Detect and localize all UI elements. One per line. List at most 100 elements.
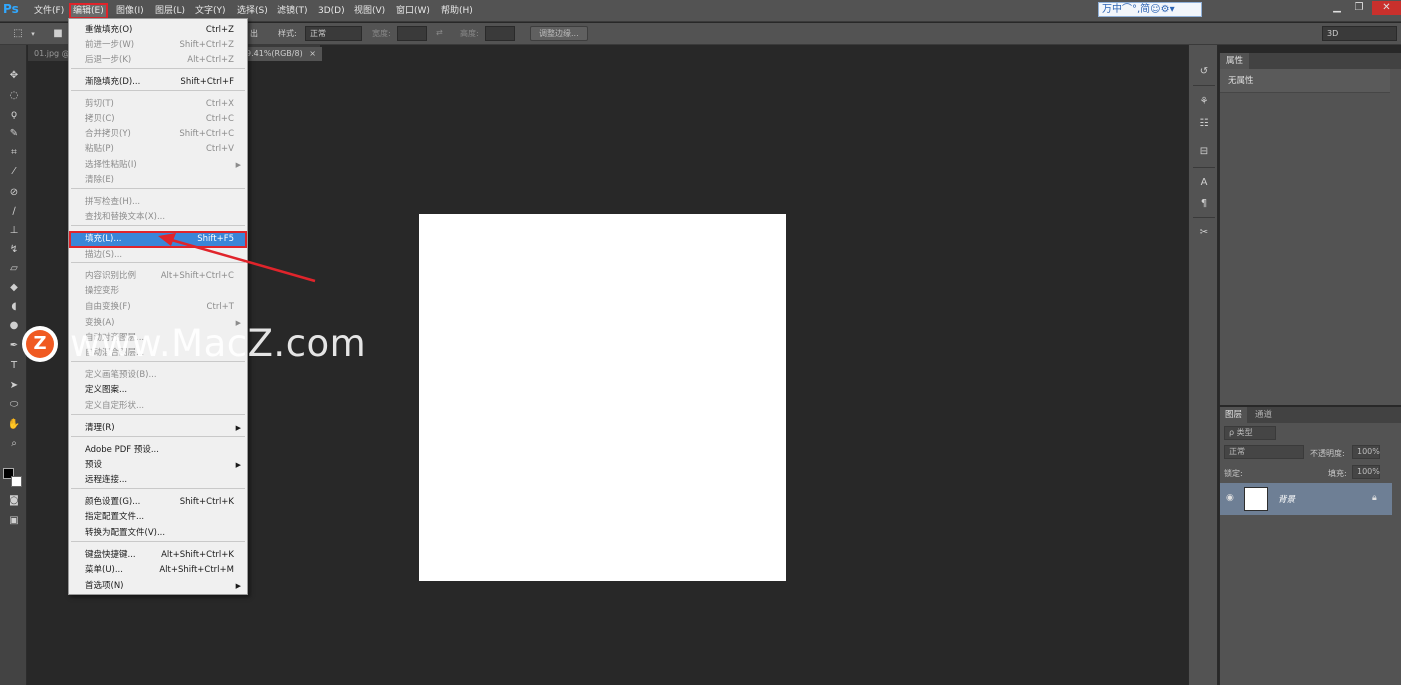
pen-icon[interactable]: ✒: [6, 339, 22, 353]
menu-item[interactable]: 首选项(N) ▶: [70, 579, 246, 594]
width-label: 宽度:: [372, 29, 391, 38]
paint-bucket-icon[interactable]: ◆: [6, 281, 22, 295]
menu-item[interactable]: 转换为配置文件(V)...: [70, 526, 246, 541]
menu-item[interactable]: 粘贴(P) Ctrl+V: [70, 142, 246, 157]
menu-item[interactable]: 自由变换(F) Ctrl+T: [70, 300, 246, 315]
menu-item[interactable]: 选择性粘贴(I) ▶: [70, 158, 246, 173]
doc-tab-active[interactable]: 9.41%(RGB/8) ×: [240, 47, 322, 61]
menu-item[interactable]: 菜单(U)... Alt+Shift+Ctrl+M: [70, 563, 246, 578]
menu-select[interactable]: 选择(S): [234, 4, 271, 18]
canvas-document[interactable]: [419, 214, 786, 581]
menu-item[interactable]: 描边(S)...: [70, 248, 246, 263]
menu-item[interactable]: 远程连接...: [70, 473, 246, 488]
menu-item[interactable]: 定义图案...: [70, 383, 246, 398]
close-icon[interactable]: ✕: [1372, 1, 1401, 15]
paragraph-icon[interactable]: ¶: [1196, 197, 1212, 211]
new-selection-icon[interactable]: ■: [50, 27, 66, 41]
tab-layers[interactable]: 图层: [1220, 407, 1248, 423]
dodge-icon[interactable]: ●: [6, 319, 22, 333]
menu-layer[interactable]: 图层(L): [152, 4, 188, 18]
layer-filter-select[interactable]: ρ 类型: [1224, 426, 1276, 440]
restore-icon[interactable]: ❐: [1348, 1, 1370, 15]
menu-filter[interactable]: 滤镜(T): [274, 4, 311, 18]
tools-icon[interactable]: ✂: [1196, 226, 1212, 240]
menu-item[interactable]: 后退一步(K) Alt+Ctrl+Z: [70, 53, 246, 68]
path-select-icon[interactable]: ➤: [6, 379, 22, 393]
menu-item[interactable]: 查找和替换文本(X)...: [70, 210, 246, 225]
quick-mask-icon[interactable]: ◙: [6, 494, 22, 508]
lasso-icon[interactable]: ϙ: [6, 108, 22, 122]
menu-item[interactable]: 预设 ▶: [70, 458, 246, 473]
ellipse-shape-icon[interactable]: ⬭: [6, 398, 22, 412]
menu-item[interactable]: 指定配置文件...: [70, 510, 246, 525]
chevron-down-icon[interactable]: ▾: [28, 27, 38, 41]
menu-edit[interactable]: 编辑(E): [69, 3, 108, 19]
stamp-icon[interactable]: ⊥: [6, 224, 22, 238]
menu-image[interactable]: 图像(I): [113, 4, 147, 18]
move-tool-icon[interactable]: ✥: [6, 69, 22, 83]
close-tab-icon[interactable]: ×: [309, 49, 316, 58]
background-color-swatch[interactable]: [11, 476, 22, 487]
minimize-icon[interactable]: ▁: [1326, 1, 1348, 15]
zoom-icon[interactable]: ⌕: [6, 437, 22, 451]
eyedropper-icon[interactable]: ⁄: [6, 165, 22, 179]
menu-item[interactable]: 定义自定形状...: [70, 399, 246, 414]
menu-item[interactable]: 拷贝(C) Ctrl+C: [70, 112, 246, 127]
menu-item[interactable]: 颜色设置(G)... Shift+Ctrl+K: [70, 495, 246, 510]
width-input[interactable]: [397, 26, 427, 41]
adjustments-icon[interactable]: ☷: [1196, 117, 1212, 131]
layer-name: 背景: [1278, 495, 1296, 505]
type-tool-icon[interactable]: T: [6, 359, 22, 373]
refine-edge-button[interactable]: 调整边缘...: [530, 26, 588, 41]
marquee-preset-icon[interactable]: ⬚: [10, 27, 26, 41]
eraser-icon[interactable]: ▱: [6, 262, 22, 276]
brush-icon[interactable]: ∕: [6, 205, 22, 219]
menu-view[interactable]: 视图(V): [351, 4, 388, 18]
eye-visibility-icon[interactable]: ◉: [1226, 493, 1234, 503]
crop-icon[interactable]: ⌗: [6, 146, 22, 160]
quick-select-icon[interactable]: ✎: [6, 127, 22, 141]
menu-item[interactable]: 渐隐填充(D)... Shift+Ctrl+F: [70, 75, 246, 90]
menu-item[interactable]: 剪切(T) Ctrl+X: [70, 97, 246, 112]
menu-item[interactable]: 定义画笔预设(B)...: [70, 368, 246, 383]
history-brush-icon[interactable]: ↯: [6, 243, 22, 257]
blend-mode-select[interactable]: 正常: [1224, 445, 1304, 459]
menu-item[interactable]: 清理(R) ▶: [70, 421, 246, 436]
menu-item[interactable]: 重做填充(O) Ctrl+Z: [70, 23, 246, 38]
blur-icon[interactable]: ◖: [6, 300, 22, 314]
menu-item[interactable]: 前进一步(W) Shift+Ctrl+Z: [70, 38, 246, 53]
height-input[interactable]: [485, 26, 515, 41]
menu-item-fill[interactable]: 填充(L)... Shift+F5: [69, 231, 247, 248]
menu-type[interactable]: 文字(Y): [192, 4, 229, 18]
workspace-select[interactable]: 3D: [1322, 26, 1397, 41]
character-icon[interactable]: A: [1196, 176, 1212, 190]
swap-icon[interactable]: ⇄: [436, 28, 443, 37]
opacity-input[interactable]: 100%: [1352, 445, 1380, 459]
ellipse-marquee-icon[interactable]: ◌: [6, 89, 22, 103]
menu-item[interactable]: 清除(E): [70, 173, 246, 188]
menu-item[interactable]: 键盘快捷键... Alt+Shift+Ctrl+K: [70, 548, 246, 563]
menu-item[interactable]: 操控变形: [70, 284, 246, 299]
tab-channels[interactable]: 通道: [1250, 407, 1277, 423]
menu-item-label: 预设: [85, 460, 103, 470]
hand-icon[interactable]: ✋: [6, 418, 22, 432]
layer-row-background[interactable]: ◉ 背景 🔒︎: [1220, 483, 1392, 515]
menu-item[interactable]: 拼写检查(H)...: [70, 195, 246, 210]
menu-item[interactable]: 合并拷贝(Y) Shift+Ctrl+C: [70, 127, 246, 142]
properties-tab[interactable]: 属性: [1220, 53, 1250, 69]
menu-help[interactable]: 帮助(H): [438, 4, 476, 18]
menu-item[interactable]: Adobe PDF 预设...: [70, 443, 246, 458]
align-icon[interactable]: ⊟: [1196, 145, 1212, 159]
menu-file[interactable]: 文件(F): [31, 4, 67, 18]
healing-brush-icon[interactable]: ⊘: [6, 186, 22, 200]
fill-input[interactable]: 100%: [1352, 465, 1380, 479]
style-select[interactable]: 正常: [305, 26, 362, 41]
history-icon[interactable]: ↺: [1196, 65, 1212, 79]
actions-icon[interactable]: ⚘: [1196, 95, 1212, 109]
menu-window[interactable]: 窗口(W): [393, 4, 433, 18]
menu-3d[interactable]: 3D(D): [315, 4, 348, 18]
watermark: Z www.MacZ.com: [22, 322, 372, 366]
ime-toolbar[interactable]: 万中⌒°,简☺⚙▾: [1098, 2, 1202, 17]
menu-item[interactable]: 内容识别比例 Alt+Shift+Ctrl+C: [70, 269, 246, 284]
screen-mode-icon[interactable]: ▣: [6, 514, 22, 528]
